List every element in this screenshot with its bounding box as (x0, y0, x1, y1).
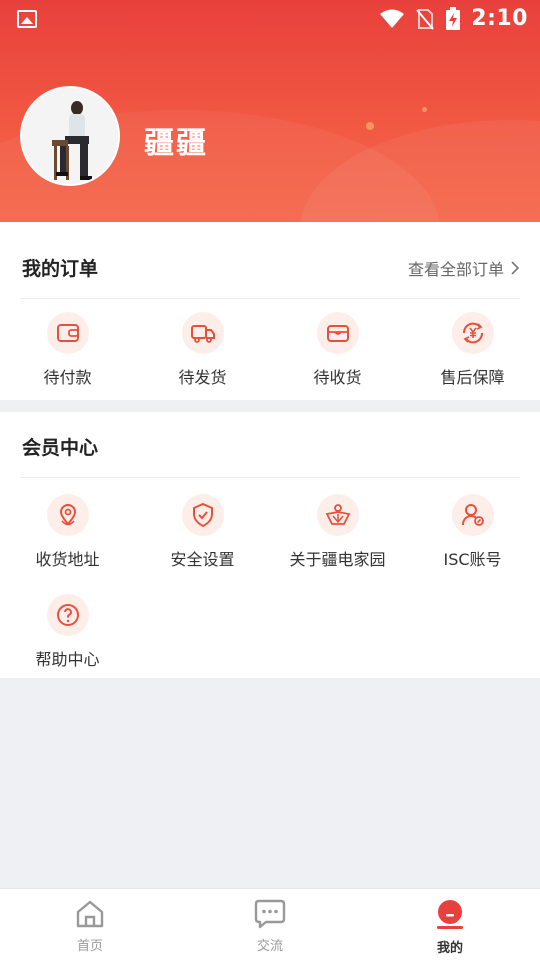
truck-icon (181, 312, 224, 354)
nav-item-home[interactable]: 首页 (0, 899, 180, 954)
username[interactable]: 疆疆 (144, 118, 208, 162)
user-account-icon (451, 494, 494, 536)
divider (20, 298, 520, 299)
member-about[interactable]: 关于疆电家园 (270, 494, 405, 570)
order-pending-receipt[interactable]: 待收货 (270, 312, 405, 388)
chevron-right-icon (511, 261, 520, 275)
member-item-label: 安全设置 (170, 550, 235, 569)
view-all-orders-label: 查看全部订单 (407, 260, 504, 279)
battery-charging-icon (446, 6, 461, 30)
order-item-label: 待付款 (43, 368, 92, 387)
chat-icon (254, 899, 286, 929)
nav-item-label: 交流 (256, 939, 283, 954)
member-isc-account[interactable]: ISC账号 (405, 494, 540, 570)
avatar-photo (22, 88, 118, 184)
divider (20, 477, 520, 478)
wallet-icon (46, 312, 89, 354)
order-item-label: 售后保障 (440, 368, 505, 387)
about-icon (316, 494, 359, 536)
header-dot-decoration (366, 122, 374, 130)
nav-item-profile[interactable]: 我的 (360, 899, 540, 956)
wifi-icon (380, 9, 405, 28)
order-item-label: 待收货 (313, 368, 362, 387)
image-notification-icon (17, 10, 37, 28)
member-shipping-address[interactable]: 收货地址 (0, 494, 135, 570)
orders-card: 我的订单 查看全部订单 待付款 待发货 待收货 售后保障 (0, 222, 540, 400)
member-item-label: ISC账号 (443, 550, 502, 569)
help-icon (46, 594, 89, 636)
profile-header: 2:10 疆疆 (0, 0, 540, 222)
nav-item-label: 首页 (76, 939, 103, 954)
order-item-label: 待发货 (178, 368, 227, 387)
profile-icon (437, 900, 463, 929)
order-pending-payment[interactable]: 待付款 (0, 312, 135, 388)
bottom-navigation: 首页 交流 我的 (0, 888, 540, 960)
member-item-label: 收货地址 (35, 550, 100, 569)
yen-refund-icon (451, 312, 494, 354)
status-time: 2:10 (471, 6, 528, 31)
nav-item-label: 我的 (436, 941, 463, 956)
member-title: 会员中心 (22, 437, 99, 459)
order-pending-shipment[interactable]: 待发货 (135, 312, 270, 388)
home-icon (76, 900, 104, 928)
member-help-center[interactable]: 帮助中心 (0, 594, 135, 670)
nav-item-chat[interactable]: 交流 (180, 899, 360, 954)
member-item-label: 帮助中心 (35, 650, 100, 669)
header-dot-decoration (422, 107, 427, 112)
location-icon (46, 494, 89, 536)
orders-title: 我的订单 (22, 258, 99, 280)
member-card: 会员中心 收货地址 安全设置 关于疆电家园 ISC账号 帮助中心 (0, 412, 540, 678)
member-item-label: 关于疆电家园 (289, 550, 386, 569)
avatar[interactable] (20, 86, 120, 186)
box-icon (316, 312, 359, 354)
status-bar: 2:10 (0, 0, 540, 40)
order-after-sales[interactable]: 售后保障 (405, 312, 540, 388)
shield-check-icon (181, 494, 224, 536)
member-security-settings[interactable]: 安全设置 (135, 494, 270, 570)
no-sim-icon (416, 8, 435, 30)
view-all-orders-link[interactable]: 查看全部订单 (408, 256, 520, 280)
